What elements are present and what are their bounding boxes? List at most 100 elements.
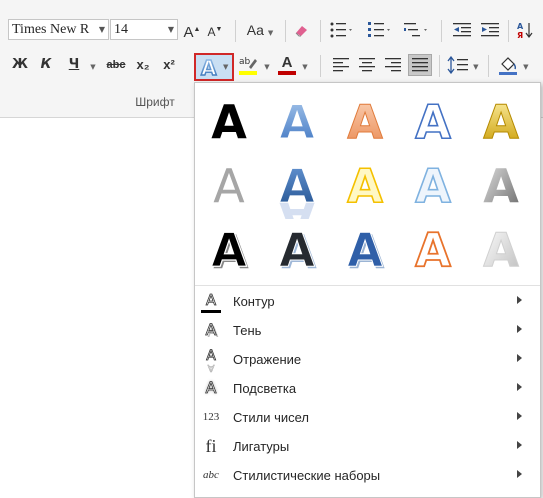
- text-effect-style-15[interactable]: A: [469, 223, 533, 283]
- multilevel-list-button[interactable]: [402, 19, 432, 41]
- menu-item-label: Стилистические наборы: [233, 468, 381, 483]
- font-size-value: 14: [114, 22, 128, 37]
- text-effect-style-8[interactable]: A: [333, 159, 397, 219]
- svg-text:A: A: [347, 159, 383, 209]
- line-spacing-icon: [447, 55, 469, 75]
- chevron-down-icon[interactable]: ▼: [99, 20, 105, 39]
- text-effect-style-5[interactable]: A: [469, 95, 533, 155]
- font-group-label: Шрифт: [135, 95, 175, 109]
- italic-button[interactable]: К: [36, 54, 56, 76]
- ligatures-icon: fi: [205, 436, 217, 456]
- svg-text:A: A: [415, 159, 451, 209]
- svg-text:A: A: [347, 95, 383, 145]
- menu-item-label: Тень: [233, 323, 262, 338]
- menu-item-number-styles[interactable]: 123 Стили чисел: [195, 403, 540, 432]
- chevron-down-icon[interactable]: ▼: [168, 20, 174, 39]
- menu-item-reflection[interactable]: A A Отражение: [195, 345, 540, 374]
- svg-text:A: A: [415, 223, 451, 273]
- line-spacing-button[interactable]: ▼: [446, 54, 480, 76]
- subscript-button[interactable]: x₂: [133, 54, 153, 76]
- align-center-icon: [359, 58, 375, 72]
- menu-item-label: Подсветка: [233, 381, 297, 396]
- text-effect-style-6[interactable]: A: [197, 159, 261, 219]
- bullets-button[interactable]: [328, 19, 356, 41]
- reflection-icon: A A: [206, 348, 216, 374]
- svg-text:A: A: [279, 223, 315, 273]
- chevron-right-icon: [517, 325, 522, 333]
- svg-text:ab: ab: [239, 57, 251, 67]
- font-color-bar: [278, 71, 296, 75]
- bold-button[interactable]: Ж: [10, 54, 30, 76]
- svg-text:A: A: [483, 95, 519, 145]
- decrease-indent-icon: [453, 23, 471, 37]
- stylistic-sets-icon: abc: [203, 469, 219, 481]
- shading-button[interactable]: ▼: [494, 54, 532, 76]
- text-effect-style-3[interactable]: A: [333, 95, 397, 155]
- menu-item-glow[interactable]: A Подсветка: [195, 374, 540, 403]
- paint-bucket-icon: [499, 57, 518, 75]
- text-effect-style-12[interactable]: AA: [265, 223, 329, 283]
- clear-formatting-button[interactable]: [292, 19, 312, 41]
- sort-button[interactable]: АЯ: [514, 19, 536, 41]
- number-styles-icon: 123: [202, 411, 220, 423]
- menu-item-stylistic-sets[interactable]: abc Стилистические наборы: [195, 461, 540, 490]
- chevron-right-icon: [517, 354, 522, 362]
- align-right-button[interactable]: [382, 54, 404, 76]
- text-effects-button[interactable]: A ▼: [194, 53, 234, 81]
- align-center-button[interactable]: [356, 54, 378, 76]
- underline-button[interactable]: Ч: [64, 54, 84, 76]
- superscript-button[interactable]: x²: [159, 54, 179, 76]
- shrink-font-button[interactable]: A▼: [205, 19, 225, 41]
- glow-icon: A: [205, 378, 217, 398]
- text-effect-style-10[interactable]: A: [469, 159, 533, 219]
- sort-icon: АЯ: [517, 22, 533, 40]
- menu-item-ligatures[interactable]: fi Лигатуры: [195, 432, 540, 461]
- grow-font-button[interactable]: A▲: [182, 19, 202, 41]
- svg-text:Я: Я: [517, 31, 523, 39]
- menu-item-outline[interactable]: A Контур: [195, 287, 540, 316]
- bullet-list-icon: [330, 22, 352, 38]
- font-name-combo[interactable]: Times New R ▼: [8, 19, 109, 40]
- svg-text:A: A: [201, 57, 217, 79]
- font-size-combo[interactable]: 14 ▼: [110, 19, 178, 40]
- text-effects-icon: A: [200, 57, 218, 79]
- text-effect-style-7[interactable]: AA: [265, 159, 329, 219]
- svg-text:А: А: [517, 22, 524, 31]
- strikethrough-button[interactable]: abc: [104, 54, 128, 76]
- svg-text:A: A: [415, 95, 451, 145]
- menu-item-shadow[interactable]: A Тень: [195, 316, 540, 345]
- text-effect-style-14[interactable]: A: [401, 223, 465, 283]
- underline-options[interactable]: ▼: [88, 54, 98, 76]
- text-effect-style-13[interactable]: AA: [333, 223, 397, 283]
- font-color-options[interactable]: ▼: [300, 54, 310, 76]
- highlight-options[interactable]: ▼: [262, 54, 272, 76]
- increase-indent-icon: [481, 23, 499, 37]
- justify-button[interactable]: [408, 54, 432, 76]
- svg-text:A: A: [483, 223, 519, 273]
- outline-icon: A: [199, 291, 223, 313]
- svg-text:A: A: [347, 223, 383, 273]
- justify-icon: [412, 58, 428, 72]
- text-effect-style-1[interactable]: A: [197, 95, 261, 155]
- text-effect-style-4[interactable]: A: [401, 95, 465, 155]
- align-left-button[interactable]: [330, 54, 352, 76]
- highlight-button[interactable]: ab: [237, 54, 261, 76]
- chevron-down-icon[interactable]: ▼: [223, 63, 228, 71]
- svg-text:A: A: [279, 95, 315, 145]
- font-name-value: Times New R: [12, 22, 90, 37]
- numbering-button[interactable]: [366, 19, 394, 41]
- text-effect-style-9[interactable]: A: [401, 159, 465, 219]
- increase-indent-button[interactable]: [478, 19, 502, 41]
- chevron-right-icon: [517, 412, 522, 420]
- change-case-button[interactable]: Aa ▼: [242, 19, 278, 41]
- text-effects-dropdown: A A A A A A AA A A A AA A A A A A A A Ко…: [194, 82, 541, 498]
- chevron-right-icon: [517, 470, 522, 478]
- font-color-button[interactable]: A: [276, 54, 298, 76]
- text-effect-style-2[interactable]: A: [265, 95, 329, 155]
- svg-text:A: A: [483, 159, 519, 209]
- text-effect-style-11[interactable]: AA: [197, 223, 261, 283]
- numbered-list-icon: [368, 22, 390, 37]
- decrease-indent-button[interactable]: [450, 19, 474, 41]
- svg-text:A: A: [211, 223, 247, 273]
- menu-item-label: Контур: [233, 294, 275, 309]
